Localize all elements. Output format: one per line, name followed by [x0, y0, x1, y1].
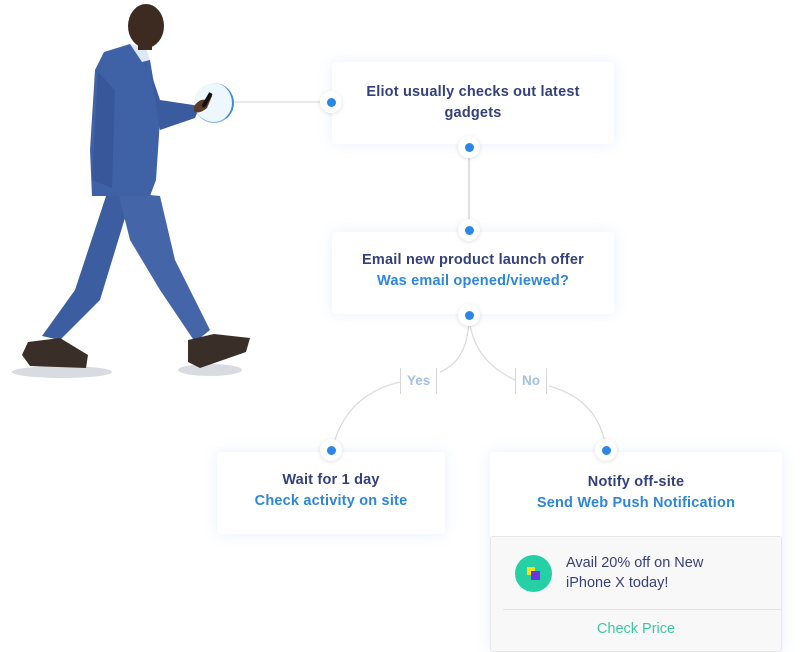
flow-node-wait[interactable]: Wait for 1 day Check activity on site [217, 452, 445, 534]
node-subtitle: Send Web Push Notification [536, 495, 736, 511]
flow-node-email[interactable]: Email new product launch offer Was email… [332, 232, 614, 314]
flow-node-trigger[interactable]: Eliot usually checks out latest gadgets [332, 62, 614, 144]
notification-divider [503, 609, 781, 610]
node-title: Notify off-site [587, 474, 685, 490]
branch-label-no: No [515, 368, 547, 394]
node-title: Email new product launch offer [362, 252, 584, 268]
notification-message-line2: iPhone X today! [566, 575, 669, 591]
check-price-button[interactable]: Check Price [491, 621, 781, 637]
node-title: Eliot usually checks out latest gadgets [366, 84, 580, 121]
node-subtitle: Check activity on site [254, 493, 408, 509]
push-notification-preview: Avail 20% off on New iPhone X today! Che… [490, 536, 782, 652]
node-title: Wait for 1 day [282, 472, 380, 488]
node-subtitle: Was email opened/viewed? [376, 273, 569, 289]
connector-dot-email-in[interactable] [458, 219, 480, 241]
app-logo-icon [515, 555, 552, 592]
branch-label-yes: Yes [400, 368, 438, 394]
notification-message: Avail 20% off on New iPhone X today! [566, 553, 766, 593]
connector-dot-trigger-in[interactable] [320, 91, 342, 113]
connector-dot-trigger-out[interactable] [458, 136, 480, 158]
connector-dot-notify-in[interactable] [595, 439, 617, 461]
connector-dot-email-out[interactable] [458, 304, 480, 326]
notification-message-line1: Avail 20% off on New [566, 555, 704, 571]
connector-dot-wait-in[interactable] [320, 439, 342, 461]
